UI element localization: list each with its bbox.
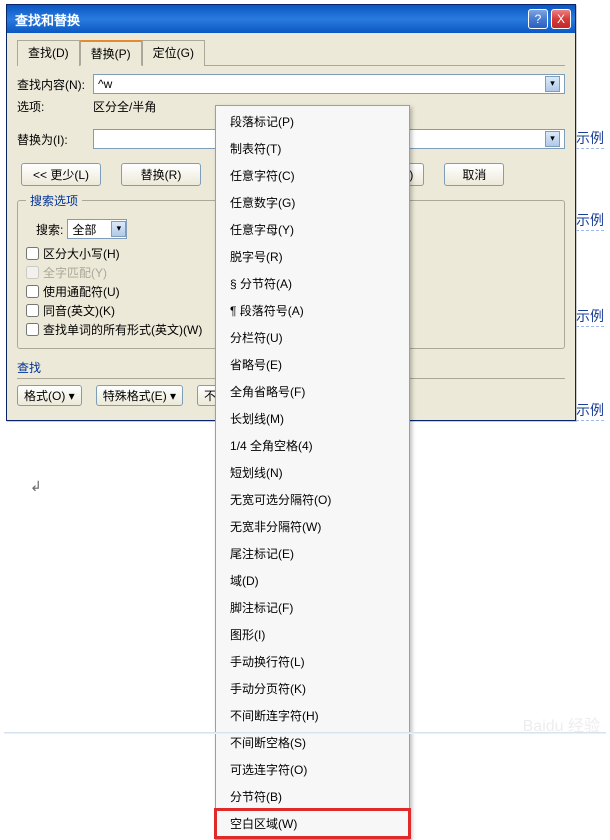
ruler-line (4, 732, 606, 734)
less-button[interactable]: << 更少(L) (21, 163, 101, 186)
side-example-3: 示例 (576, 306, 604, 327)
menu-paragraph-char[interactable]: ¶ 段落符号(A) (216, 297, 409, 324)
menu-no-width-nonbreak[interactable]: 无宽非分隔符(W) (216, 513, 409, 540)
menu-endnote-mark[interactable]: 尾注标记(E) (216, 540, 409, 567)
options-value: 区分全/半角 (93, 98, 156, 115)
options-label: 选项: (17, 98, 93, 115)
menu-tab[interactable]: 制表符(T) (216, 135, 409, 162)
tab-strip: 查找(D) 替换(P) 定位(G) (17, 39, 565, 66)
replace-label: 替换为(I): (17, 131, 93, 148)
special-format-menu: 段落标记(P) 制表符(T) 任意字符(C) 任意数字(G) 任意字母(Y) 脱… (215, 105, 410, 840)
text-cursor-icon: ↲ (30, 478, 42, 495)
menu-em-dash[interactable]: 长划线(M) (216, 405, 409, 432)
menu-section-break[interactable]: 分节符(B) (216, 783, 409, 810)
special-format-button[interactable]: 特殊格式(E) ▾ (96, 385, 183, 406)
menu-paragraph-mark[interactable]: 段落标记(P) (216, 108, 409, 135)
help-button[interactable]: ? (528, 9, 548, 29)
menu-full-ellipsis[interactable]: 全角省略号(F) (216, 378, 409, 405)
menu-graphic[interactable]: 图形(I) (216, 621, 409, 648)
find-value: ^w (98, 77, 112, 91)
menu-any-letter[interactable]: 任意字母(Y) (216, 216, 409, 243)
tab-find[interactable]: 查找(D) (17, 40, 80, 66)
find-input[interactable]: ^w ▾ (93, 74, 565, 94)
find-label: 查找内容(N): (17, 76, 93, 93)
menu-column-break[interactable]: 分栏符(U) (216, 324, 409, 351)
menu-ellipsis[interactable]: 省略号(E) (216, 351, 409, 378)
side-example-4: 示例 (576, 400, 604, 421)
menu-en-dash[interactable]: 短划线(N) (216, 459, 409, 486)
menu-nonbreak-hyphen[interactable]: 不间断连字符(H) (216, 702, 409, 729)
menu-section-char[interactable]: § 分节符(A) (216, 270, 409, 297)
menu-caret[interactable]: 脱字号(R) (216, 243, 409, 270)
search-direction-value: 全部 (72, 221, 96, 238)
close-button[interactable]: X (551, 9, 571, 29)
chevron-down-icon: ▾ (111, 221, 126, 237)
tab-replace[interactable]: 替换(P) (80, 40, 142, 66)
menu-any-digit[interactable]: 任意数字(G) (216, 189, 409, 216)
menu-quarter-em[interactable]: 1/4 全角空格(4) (216, 432, 409, 459)
titlebar[interactable]: 查找和替换 ? X (7, 5, 575, 33)
tab-goto[interactable]: 定位(G) (142, 40, 205, 66)
watermark: Baidu 经验 (523, 712, 600, 736)
dialog-title: 查找和替换 (15, 10, 525, 29)
side-example-1: 示例 (576, 128, 604, 149)
cancel-button[interactable]: 取消 (444, 163, 504, 186)
menu-manual-pagebreak[interactable]: 手动分页符(K) (216, 675, 409, 702)
menu-field[interactable]: 域(D) (216, 567, 409, 594)
menu-manual-linebreak[interactable]: 手动换行符(L) (216, 648, 409, 675)
replace-drop-icon[interactable]: ▾ (545, 131, 560, 147)
side-example-2: 示例 (576, 210, 604, 231)
format-button[interactable]: 格式(O) ▾ (17, 385, 82, 406)
find-drop-icon[interactable]: ▾ (545, 76, 560, 92)
menu-white-space[interactable]: 空白区域(W) (216, 810, 409, 837)
menu-opt-break[interactable]: 无宽可选分隔符(O) (216, 486, 409, 513)
search-options-legend: 搜索选项 (26, 192, 82, 209)
menu-any-char[interactable]: 任意字符(C) (216, 162, 409, 189)
menu-footnote-mark[interactable]: 脚注标记(F) (216, 594, 409, 621)
replace-button[interactable]: 替换(R) (121, 163, 201, 186)
search-direction-label: 搜索: (36, 221, 63, 238)
menu-opt-hyphen[interactable]: 可选连字符(O) (216, 756, 409, 783)
search-direction-select[interactable]: 全部 ▾ (67, 219, 127, 239)
